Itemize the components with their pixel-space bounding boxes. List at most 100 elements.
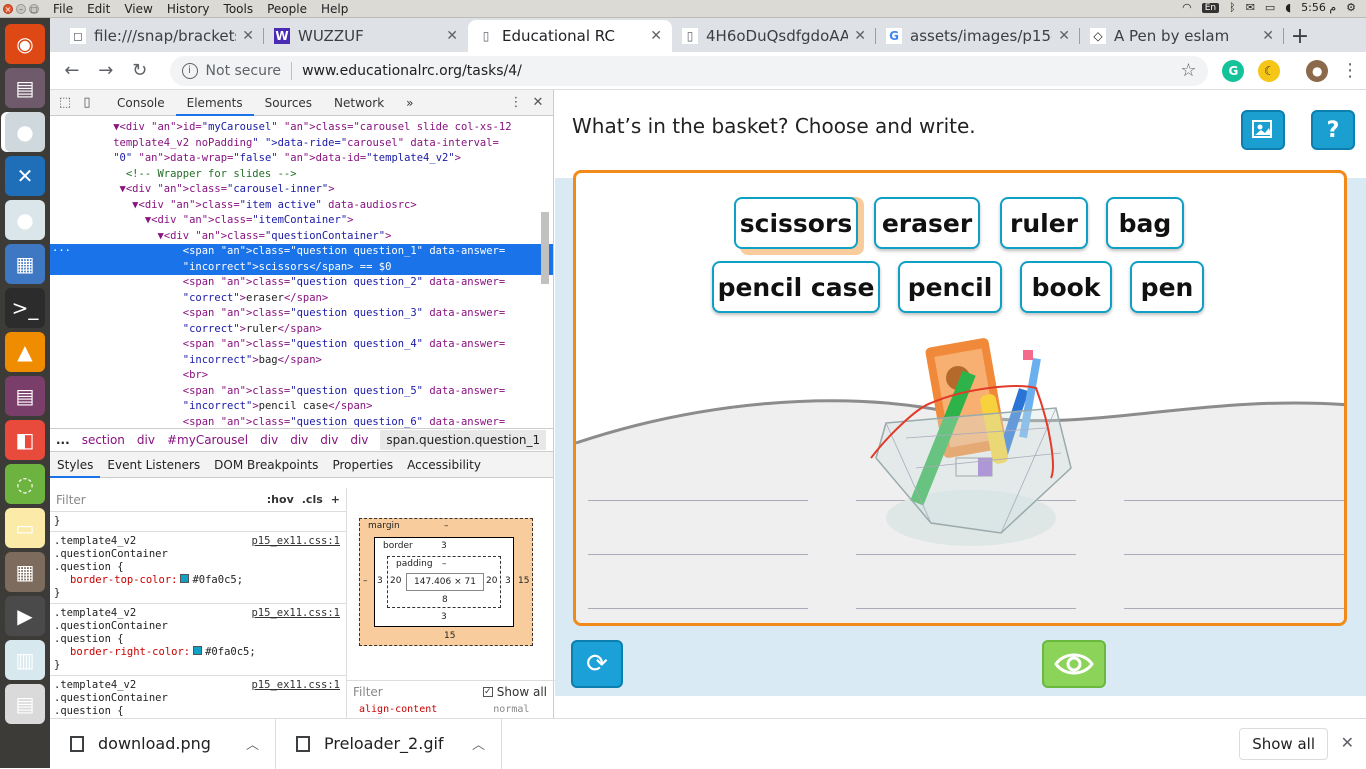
breadcrumb-item[interactable]: div bbox=[137, 433, 155, 447]
menu-item-file[interactable]: File bbox=[53, 2, 73, 16]
url-text[interactable]: www.educationalrc.org/tasks/4/ bbox=[302, 63, 522, 79]
reset-button[interactable]: ⟳ bbox=[571, 640, 623, 688]
dom-line[interactable]: ▼<div "an">class="itemContainer"> bbox=[50, 213, 553, 229]
books-icon[interactable]: ▤ bbox=[5, 684, 45, 724]
dom-line[interactable]: <!-- Wrapper for slides --> bbox=[50, 167, 553, 183]
clock[interactable]: 5:56 م bbox=[1301, 1, 1336, 14]
show-answer-button[interactable] bbox=[1042, 640, 1106, 688]
tab-a-pen-by-eslam[interactable]: ◇ A Pen by eslam ✕ bbox=[1080, 20, 1284, 52]
calendar-icon[interactable]: ▥ bbox=[5, 640, 45, 680]
software-icon[interactable]: ▤ bbox=[5, 376, 45, 416]
devtools-tab-console[interactable]: Console bbox=[106, 90, 176, 116]
video-icon[interactable]: ▶ bbox=[5, 596, 45, 636]
chrome-menu-icon[interactable]: ⋮ bbox=[1334, 55, 1366, 87]
new-tab-button[interactable]: + bbox=[1284, 20, 1316, 52]
window-close-button[interactable]: × bbox=[3, 3, 13, 14]
word-chip-book[interactable]: book bbox=[1020, 261, 1112, 313]
tab-close-icon[interactable]: ✕ bbox=[242, 28, 254, 44]
tab-file-snap-brackets[interactable]: ◻ file:///snap/brackets ✕ bbox=[60, 20, 264, 52]
address-bar[interactable]: i Not secure www.educationalrc.org/tasks… bbox=[169, 55, 1209, 86]
padding-right-value[interactable]: 20 bbox=[486, 576, 497, 586]
padding-top-value[interactable]: – bbox=[442, 559, 447, 569]
computed-filter-input[interactable]: Filter bbox=[353, 685, 383, 699]
tab-assets-images-p15e[interactable]: Gassets/images/p15e ✕ bbox=[876, 20, 1080, 52]
dom-line[interactable]: "correct">eraser</span> bbox=[50, 291, 553, 307]
chevron-up-icon[interactable]: ︿ bbox=[472, 734, 485, 753]
breadcrumb-item[interactable]: div bbox=[290, 433, 308, 447]
tab-wuzzuf[interactable]: W WUZZUF ✕ bbox=[264, 20, 468, 52]
new-rule-button[interactable]: + bbox=[331, 493, 340, 506]
chrome-icon[interactable]: ● bbox=[5, 200, 45, 240]
tab-close-icon[interactable]: ✕ bbox=[446, 28, 458, 44]
breadcrumb-item[interactable]: span.question.question_1 bbox=[380, 430, 547, 450]
border-top-value[interactable]: 3 bbox=[441, 541, 447, 551]
dom-line[interactable]: "incorrect">scissors</span> == $0 bbox=[50, 259, 553, 275]
moon-extension-icon[interactable]: ☾ bbox=[1258, 59, 1281, 82]
dom-line[interactable]: ▼<div "an">class="questionContainer"> bbox=[50, 229, 553, 245]
sidebar-tab-styles[interactable]: Styles bbox=[50, 452, 101, 478]
show-all-checkbox[interactable]: ✓ bbox=[482, 687, 493, 697]
box-model-padding[interactable]: padding – 8 20 20 147.406 × 71 bbox=[387, 556, 501, 608]
menu-item-tools[interactable]: Tools bbox=[224, 2, 254, 16]
device-toolbar-icon[interactable]: ▯ bbox=[76, 90, 98, 116]
answer-line[interactable] bbox=[856, 554, 1076, 555]
mail-icon[interactable]: ✉ bbox=[1246, 1, 1255, 14]
window-maximize-button[interactable]: □ bbox=[29, 3, 39, 14]
dom-line[interactable]: <span "an">class="question question_5" d… bbox=[50, 384, 553, 400]
dom-line[interactable]: <span "an">class="question question_3" d… bbox=[50, 306, 553, 322]
color-swatch[interactable] bbox=[180, 574, 190, 583]
chrome-icon[interactable]: ● bbox=[5, 112, 45, 152]
menu-item-history[interactable]: History bbox=[167, 2, 210, 16]
rule-source-link[interactable]: p15_ex11.css:1 bbox=[251, 679, 340, 692]
dom-line[interactable]: ··· <span "an">class="question question_… bbox=[50, 244, 553, 260]
ubuntu-icon[interactable]: ◉ bbox=[5, 24, 45, 64]
border-bottom-value[interactable]: 3 bbox=[441, 612, 447, 622]
menu-item-people[interactable]: People bbox=[267, 2, 307, 16]
writer-icon[interactable]: ▦ bbox=[5, 244, 45, 284]
wifi-icon[interactable]: ◠ bbox=[1182, 1, 1192, 14]
vscode-icon[interactable]: ✕ bbox=[5, 156, 45, 196]
word-chip-bag[interactable]: bag bbox=[1106, 197, 1184, 249]
dom-line[interactable]: "incorrect">pencil case</span> bbox=[50, 399, 553, 415]
reload-button[interactable]: ↻ bbox=[124, 55, 156, 87]
text-editor-icon[interactable]: ◌ bbox=[5, 464, 45, 504]
dom-line[interactable]: <span "an">class="question question_6" d… bbox=[50, 415, 553, 429]
settings-icon[interactable]: ▦ bbox=[5, 552, 45, 592]
styles-filter-input[interactable]: Filter bbox=[56, 493, 86, 507]
dom-line[interactable]: "correct">ruler</span> bbox=[50, 322, 553, 338]
menu-item-help[interactable]: Help bbox=[321, 2, 348, 16]
breadcrumb-item[interactable]: ... bbox=[56, 433, 70, 447]
devtools-tab-network[interactable]: Network bbox=[323, 90, 395, 116]
answer-line[interactable] bbox=[588, 500, 808, 501]
tab-educational-rc[interactable]: ▯ Educational RC ✕ bbox=[468, 20, 672, 52]
border-right-value[interactable]: 3 bbox=[505, 576, 511, 586]
terminal-icon[interactable]: >_ bbox=[5, 288, 45, 328]
tab-close-icon[interactable]: ✕ bbox=[1058, 28, 1070, 44]
dom-line[interactable]: <span "an">class="question question_4" d… bbox=[50, 337, 553, 353]
forward-button[interactable]: → bbox=[90, 55, 122, 87]
margin-top-value[interactable]: – bbox=[444, 521, 449, 531]
word-chip-scissors[interactable]: scissors bbox=[734, 197, 858, 249]
back-button[interactable]: ← bbox=[56, 55, 88, 87]
battery-icon[interactable]: ▭ bbox=[1265, 1, 1275, 14]
tab-close-icon[interactable]: ✕ bbox=[854, 28, 866, 44]
box-model-border[interactable]: border 3 3 3 3 padding – 8 20 20 147.406… bbox=[374, 537, 514, 627]
word-chip-pencil[interactable]: pencil bbox=[898, 261, 1002, 313]
breadcrumb-item[interactable]: div bbox=[320, 433, 338, 447]
show-all-downloads-button[interactable]: Show all bbox=[1239, 728, 1328, 760]
dom-line[interactable]: "incorrect">bag</span> bbox=[50, 353, 553, 369]
answer-line[interactable] bbox=[588, 554, 808, 555]
breadcrumb-item[interactable]: div bbox=[350, 433, 368, 447]
devtools-close-icon[interactable]: ✕ bbox=[527, 90, 549, 116]
sidebar-tab-accessibility[interactable]: Accessibility bbox=[400, 452, 488, 478]
settings-icon[interactable]: ⚙ bbox=[1346, 1, 1356, 14]
tab-close-icon[interactable]: ✕ bbox=[1262, 28, 1274, 44]
rule-source-link[interactable]: p15_ex11.css:1 bbox=[251, 535, 340, 548]
margin-bottom-value[interactable]: 15 bbox=[444, 631, 455, 641]
answer-line[interactable] bbox=[1124, 500, 1344, 501]
hov-toggle[interactable]: :hov bbox=[267, 493, 294, 506]
computed-property-row[interactable]: align-content normal bbox=[359, 704, 529, 715]
margin-left-value[interactable]: – bbox=[363, 576, 368, 586]
color-swatch[interactable] bbox=[193, 646, 203, 655]
bookmark-star-icon[interactable]: ☆ bbox=[1180, 60, 1196, 81]
